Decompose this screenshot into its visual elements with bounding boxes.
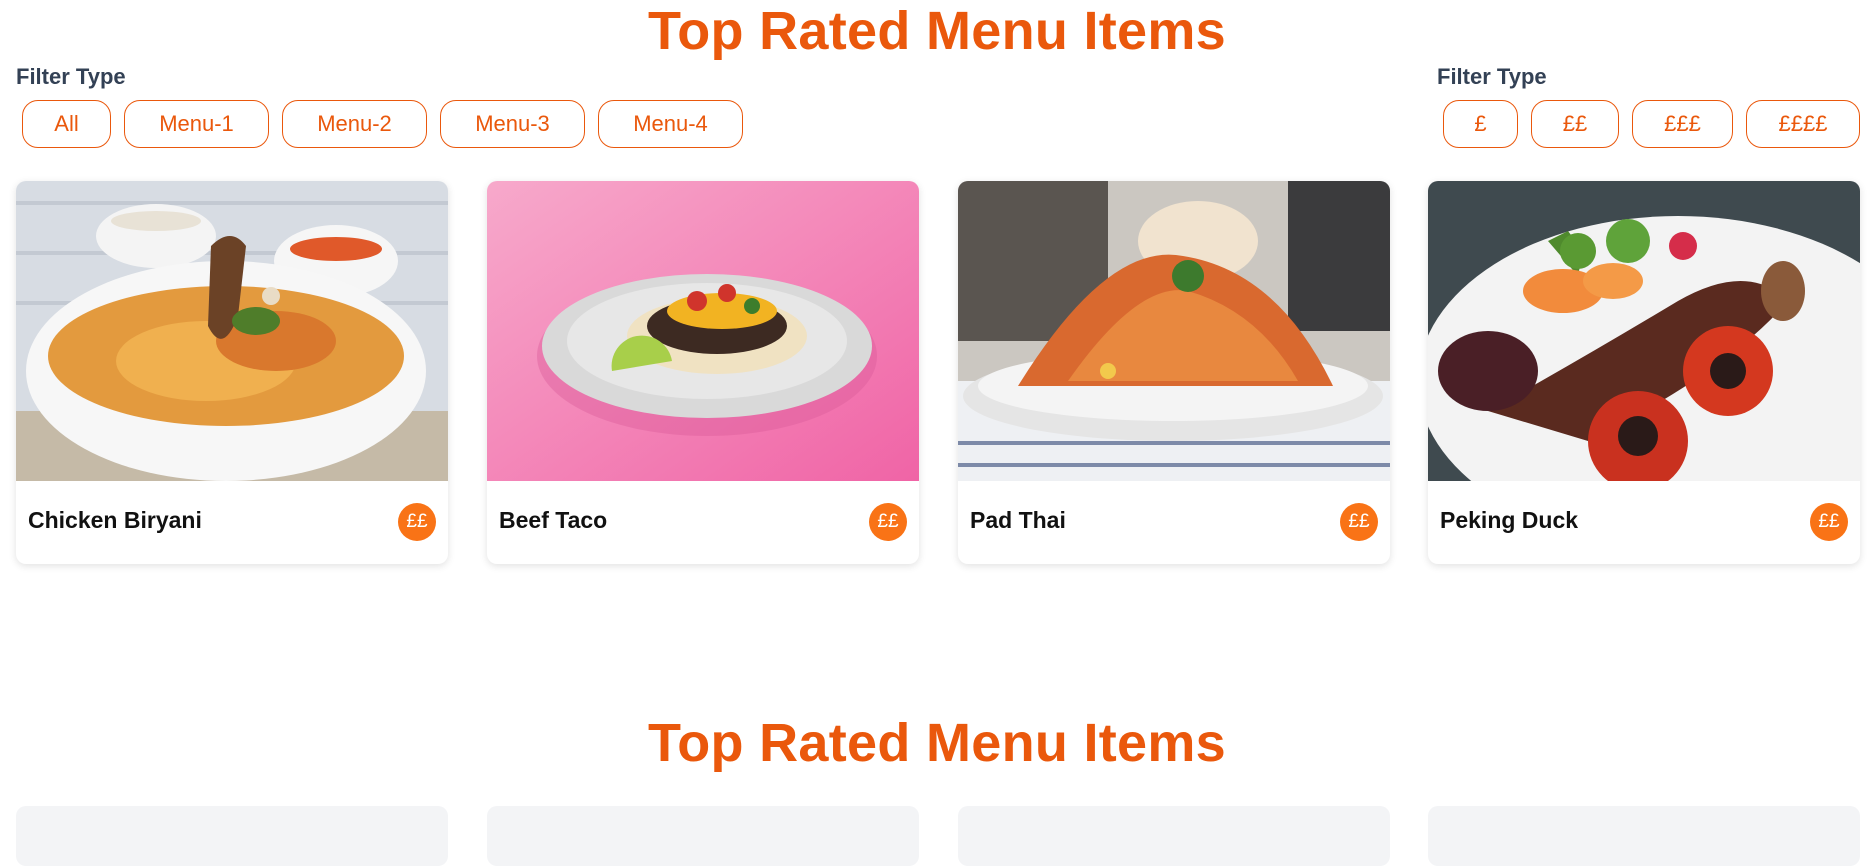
- filter-price-2-button[interactable]: ££: [1531, 100, 1619, 148]
- filter-type-label: Filter Type: [16, 64, 126, 89]
- beef-taco-image: [487, 181, 919, 481]
- filter-price-4-button[interactable]: ££££: [1746, 100, 1860, 148]
- card-placeholder: [1428, 806, 1860, 866]
- price-badge: ££: [398, 503, 436, 541]
- menu-item-name: Pad Thai: [970, 507, 1066, 533]
- filter-type-label: Filter Type: [1437, 64, 1547, 89]
- price-filter-group: Filter Type £ ££ £££ ££££: [1437, 62, 1860, 148]
- filter-price-1-button[interactable]: £: [1443, 100, 1518, 148]
- price-badge: ££: [1810, 503, 1848, 541]
- chicken-biryani-image: [16, 181, 448, 481]
- filter-menu-4-button[interactable]: Menu-4: [598, 100, 743, 148]
- card-placeholder: [487, 806, 919, 866]
- card-placeholder: [16, 806, 448, 866]
- menu-card[interactable]: Chicken Biryani ££: [16, 181, 448, 564]
- menu-item-name: Peking Duck: [1440, 507, 1579, 533]
- filter-menu-2-button[interactable]: Menu-2: [282, 100, 427, 148]
- price-badge: ££: [869, 503, 907, 541]
- card-placeholder: [958, 806, 1390, 866]
- filter-price-3-button[interactable]: £££: [1632, 100, 1733, 148]
- filter-menu-3-button[interactable]: Menu-3: [440, 100, 585, 148]
- filter-menu-1-button[interactable]: Menu-1: [124, 100, 269, 148]
- menu-item-name: Beef Taco: [499, 507, 608, 533]
- menu-item-name: Chicken Biryani: [28, 507, 202, 533]
- page-title: Top Rated Menu Items: [647, 1, 1227, 61]
- price-badge: ££: [1340, 503, 1378, 541]
- menu-card[interactable]: Pad Thai ££: [958, 181, 1390, 564]
- peking-duck-image: [1428, 181, 1860, 481]
- menu-filter-group: Filter Type All Menu-1 Menu-2 Menu-3 Men…: [16, 62, 743, 148]
- menu-card[interactable]: Peking Duck ££: [1428, 181, 1860, 564]
- menu-card[interactable]: Beef Taco ££: [487, 181, 919, 564]
- pad-thai-image: [958, 181, 1390, 481]
- page-title: Top Rated Menu Items: [647, 713, 1227, 773]
- filter-all-button[interactable]: All: [22, 100, 111, 148]
